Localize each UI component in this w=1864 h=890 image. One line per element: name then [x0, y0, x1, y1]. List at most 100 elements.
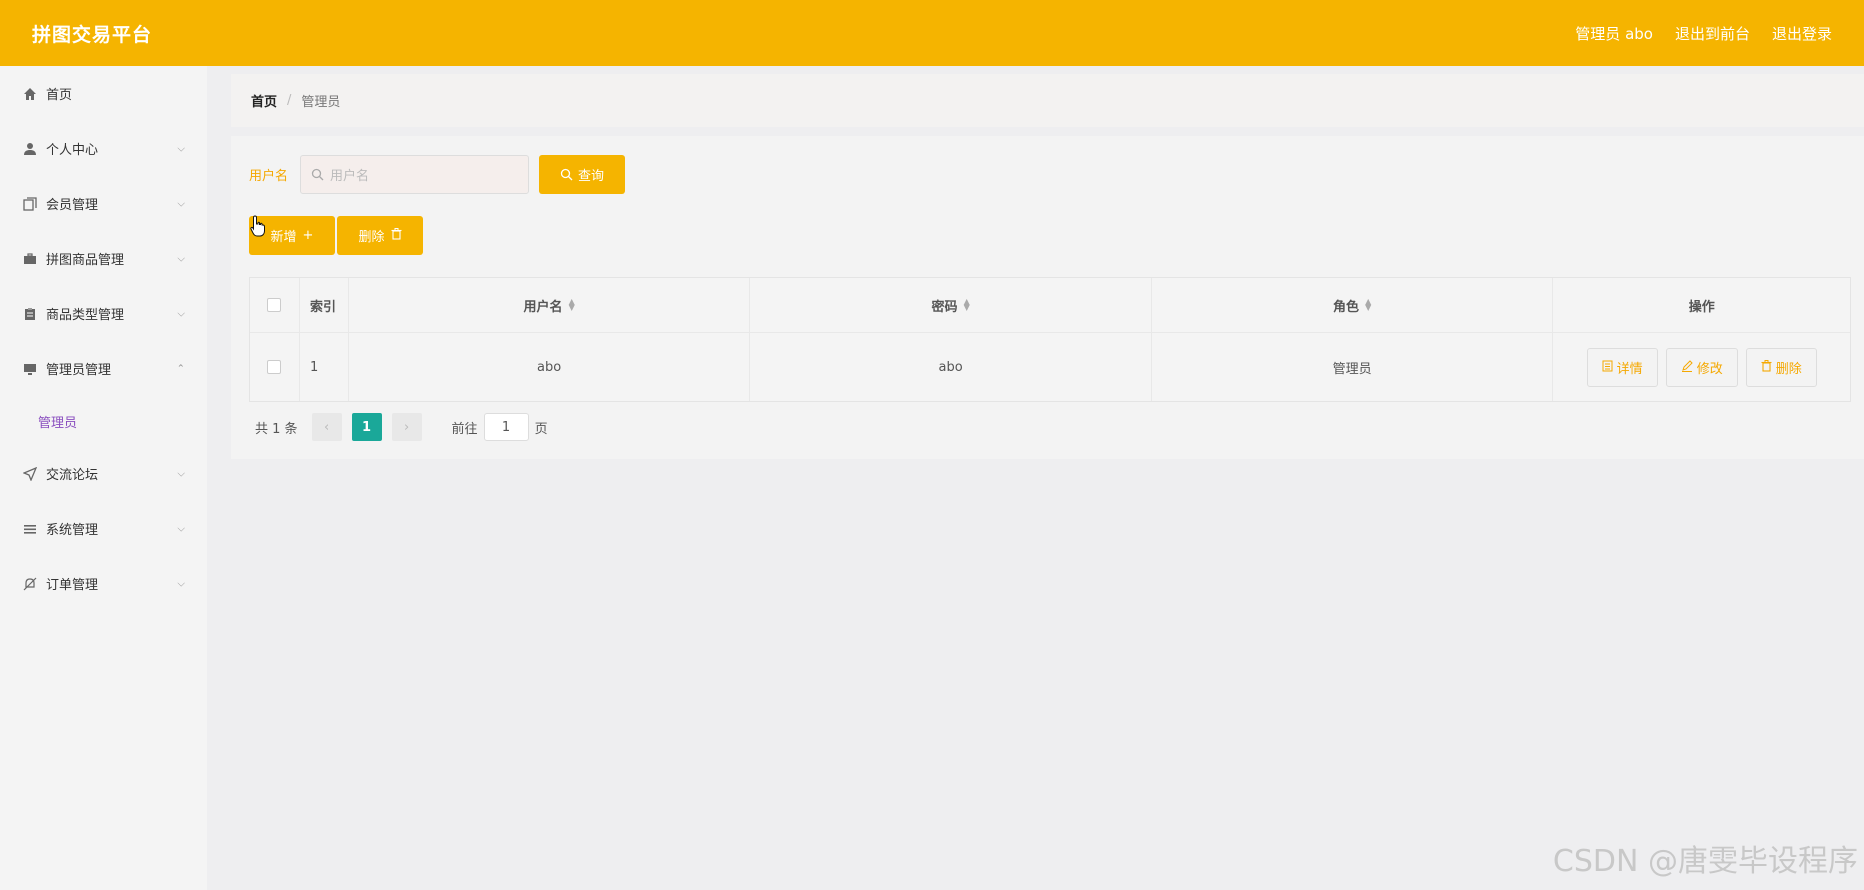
row-checkbox[interactable] — [267, 360, 282, 374]
current-user-label: 管理员 abo — [1575, 24, 1653, 43]
table-header-row: 索引 用户名 ▲ ▼ 密码 ▲ ▼ 角色 ▲ ▼ 操作 — [250, 278, 1850, 333]
table-row: 1 abo abo 管理员 详情 修改 删除 — [250, 333, 1850, 401]
sidebar-item-forum[interactable]: 交流论坛 ⌵ — [0, 446, 207, 501]
sidebar-item-label: 个人中心 — [46, 143, 99, 158]
sidebar-item-label: 管理员管理 — [46, 363, 112, 378]
monitor-icon — [22, 361, 38, 377]
pagination: 共 1 条 ‹ 1 › 前往 1 页 — [255, 413, 548, 441]
sidebar-item-personal-center[interactable]: 个人中心 ⌵ — [0, 121, 207, 176]
col-header-label: 密码 — [931, 299, 958, 315]
breadcrumb-current: 管理员 — [301, 95, 341, 110]
cell-password: abo — [750, 333, 1152, 401]
delete-button-label: 删除 — [1775, 361, 1802, 377]
sort-icon[interactable]: ▲ ▼ — [964, 298, 970, 312]
search-button[interactable]: 查询 — [539, 155, 626, 194]
data-table: 索引 用户名 ▲ ▼ 密码 ▲ ▼ 角色 ▲ ▼ 操作 1 abo abo 管理员 详情 — [249, 277, 1851, 402]
select-all-cell — [250, 278, 300, 332]
sidebar-item-label: 拼图商品管理 — [46, 253, 125, 268]
col-header-label: 角色 — [1333, 299, 1360, 315]
sidebar-item-label: 商品类型管理 — [46, 308, 125, 323]
cell-index: 1 — [300, 333, 349, 401]
action-row: 新增 + 删除 — [249, 216, 425, 255]
search-icon — [311, 168, 324, 181]
col-header-username[interactable]: 用户名 ▲ ▼ — [349, 278, 751, 332]
chevron-up-icon: ⌃ — [176, 363, 185, 374]
prev-page-button[interactable]: ‹ — [311, 413, 342, 441]
search-placeholder: 用户名 — [330, 169, 370, 184]
sidebar-item-label: 订单管理 — [46, 578, 99, 593]
cell-actions: 详情 修改 删除 — [1553, 333, 1850, 401]
briefcase-icon — [22, 251, 38, 267]
breadcrumb-separator: / — [287, 93, 292, 108]
chevron-down-icon: ⌵ — [177, 198, 185, 209]
back-to-front-link[interactable]: 退出到前台 — [1675, 23, 1750, 44]
trash-icon — [1761, 359, 1772, 375]
clipboard-icon — [22, 306, 38, 322]
col-header-password[interactable]: 密码 ▲ ▼ — [750, 278, 1152, 332]
trash-icon — [391, 227, 402, 244]
page-suffix: 页 — [534, 421, 548, 437]
watermark: CSDN @唐雯毕设程序 — [1552, 844, 1858, 879]
sidebar: 首页 个人中心 ⌵ 会员管理 ⌵ 拼图商品管理 ⌵ 商品类型管理 ⌵ 管理员管理… — [0, 66, 207, 890]
logout-link[interactable]: 退出登录 — [1772, 23, 1832, 44]
select-all-checkbox[interactable] — [267, 298, 282, 312]
sidebar-subitem-admin[interactable]: 管理员 — [0, 396, 207, 446]
sidebar-item-member-management[interactable]: 会员管理 ⌵ — [0, 176, 207, 231]
sidebar-item-admin-management[interactable]: 管理员管理 ⌃ — [0, 341, 207, 396]
sidebar-item-home[interactable]: 首页 — [0, 66, 207, 121]
user-icon — [22, 141, 38, 157]
edit-icon — [1681, 359, 1693, 375]
sidebar-item-puzzle-goods[interactable]: 拼图商品管理 ⌵ — [0, 231, 207, 286]
sidebar-item-goods-type[interactable]: 商品类型管理 ⌵ — [0, 286, 207, 341]
page-number-current[interactable]: 1 — [351, 413, 382, 441]
edit-button-label: 修改 — [1696, 361, 1723, 377]
top-header: 拼图交易平台 管理员 abo 退出到前台 退出登录 — [0, 0, 1864, 66]
chevron-down-icon: ⌵ — [177, 468, 185, 479]
header-actions: 管理员 abo 退出到前台 退出登录 — [1575, 23, 1832, 44]
add-button-label: 新增 — [270, 230, 297, 245]
sort-icon[interactable]: ▲ ▼ — [569, 298, 575, 312]
search-button-label: 查询 — [578, 169, 605, 184]
chevron-down-icon: ⌵ — [177, 523, 185, 534]
hand-pointer-icon — [250, 215, 266, 241]
sidebar-item-label: 系统管理 — [46, 523, 99, 538]
goto-page-input[interactable]: 1 — [483, 413, 529, 441]
chevron-right-icon: › — [403, 419, 410, 435]
sidebar-item-label: 交流论坛 — [46, 468, 99, 483]
next-page-button[interactable]: › — [391, 413, 422, 441]
sort-icon[interactable]: ▲ ▼ — [1365, 298, 1371, 312]
menu-icon — [22, 521, 38, 537]
breadcrumb-home[interactable]: 首页 — [251, 91, 277, 110]
home-icon — [22, 86, 38, 102]
sidebar-item-label: 会员管理 — [46, 198, 99, 213]
detail-button[interactable]: 详情 — [1586, 347, 1658, 387]
plus-icon: + — [302, 228, 314, 243]
cell-username: abo — [349, 333, 751, 401]
search-label: 用户名 — [249, 169, 289, 184]
row-check-cell — [250, 333, 300, 401]
document-icon — [1602, 360, 1613, 375]
chevron-down-icon: ⌵ — [177, 578, 185, 589]
pagination-total: 共 1 条 — [255, 421, 298, 437]
sidebar-item-system[interactable]: 系统管理 ⌵ — [0, 501, 207, 556]
batch-delete-button[interactable]: 删除 — [337, 216, 423, 255]
col-header-role[interactable]: 角色 ▲ ▼ — [1152, 278, 1554, 332]
search-row: 用户名 用户名 查询 — [249, 155, 626, 194]
copy-icon — [22, 196, 38, 212]
goto-label: 前往 — [451, 421, 478, 437]
search-input[interactable]: 用户名 — [300, 155, 530, 194]
cell-role: 管理员 — [1152, 333, 1554, 401]
sidebar-item-label: 首页 — [46, 88, 73, 103]
col-header-label: 用户名 — [523, 299, 563, 315]
sidebar-item-orders[interactable]: 订单管理 ⌵ — [0, 556, 207, 611]
search-icon — [560, 168, 573, 181]
breadcrumb: 首页 / 管理员 — [231, 74, 1864, 127]
detail-button-label: 详情 — [1616, 361, 1643, 377]
bell-off-icon — [22, 576, 38, 592]
col-header-actions: 操作 — [1688, 299, 1715, 315]
send-icon — [22, 466, 38, 482]
chevron-down-icon: ⌵ — [177, 143, 185, 154]
app-title: 拼图交易平台 — [32, 23, 153, 46]
delete-button[interactable]: 删除 — [1745, 347, 1817, 387]
edit-button[interactable]: 修改 — [1665, 347, 1738, 387]
